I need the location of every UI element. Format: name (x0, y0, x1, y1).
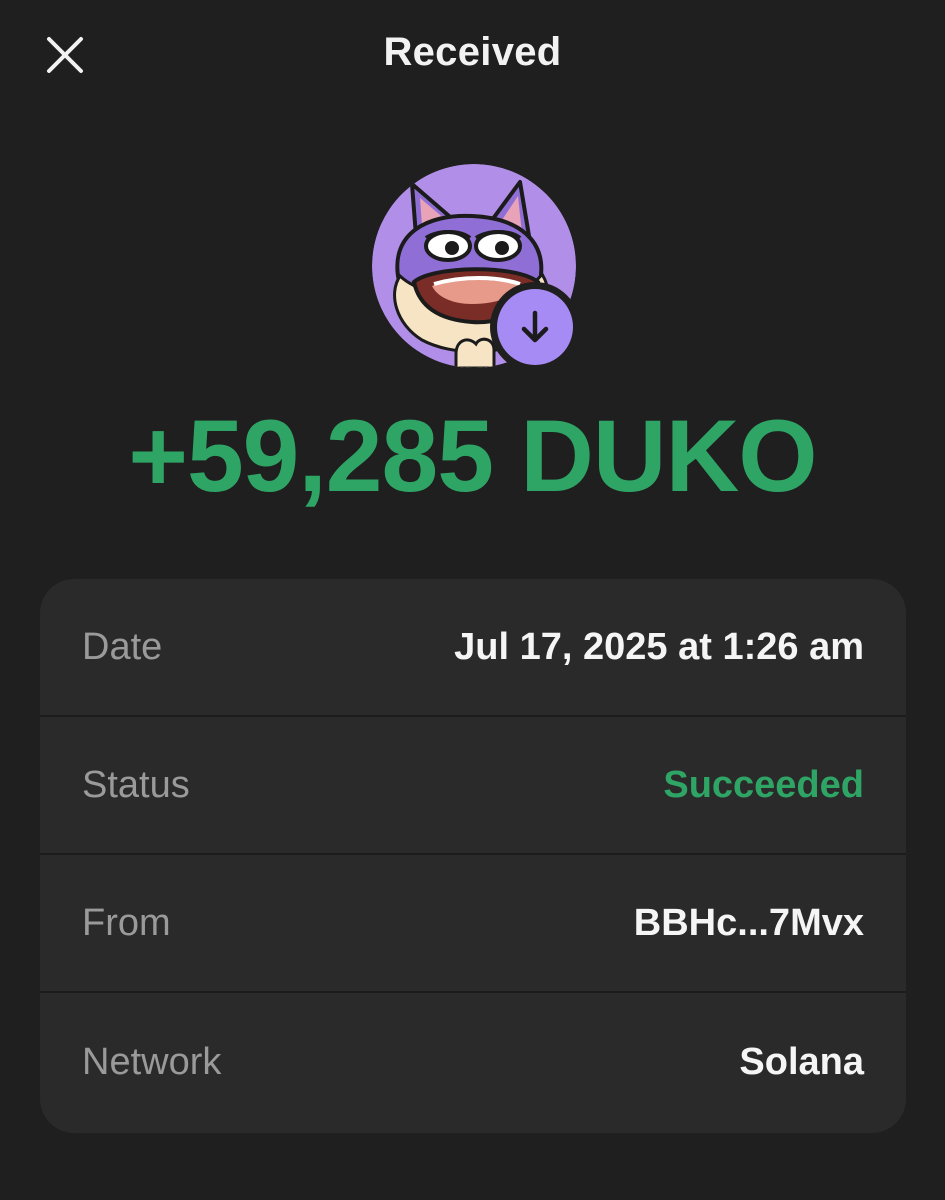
page-title: Received (383, 30, 562, 74)
detail-row-date: Date Jul 17, 2025 at 1:26 am (40, 579, 906, 717)
from-label: From (82, 901, 171, 944)
network-value: Solana (739, 1040, 864, 1083)
header: Received (0, 0, 945, 110)
date-label: Date (82, 625, 163, 668)
arrow-down-icon (521, 310, 549, 343)
detail-row-network: Network Solana (40, 993, 906, 1131)
status-value: Succeeded (663, 763, 864, 806)
detail-row-status: Status Succeeded (40, 717, 906, 855)
from-address[interactable]: BBHc...7Mvx (634, 902, 864, 945)
token-icon-group (372, 164, 580, 372)
status-label: Status (82, 763, 190, 806)
date-value: Jul 17, 2025 at 1:26 am (454, 625, 864, 668)
transaction-details-card: Date Jul 17, 2025 at 1:26 am Status Succ… (40, 579, 906, 1133)
received-badge (490, 282, 580, 372)
network-label: Network (82, 1040, 222, 1083)
detail-row-from[interactable]: From BBHc...7Mvx (40, 855, 906, 993)
received-amount: +59,285 DUKO (128, 399, 817, 513)
